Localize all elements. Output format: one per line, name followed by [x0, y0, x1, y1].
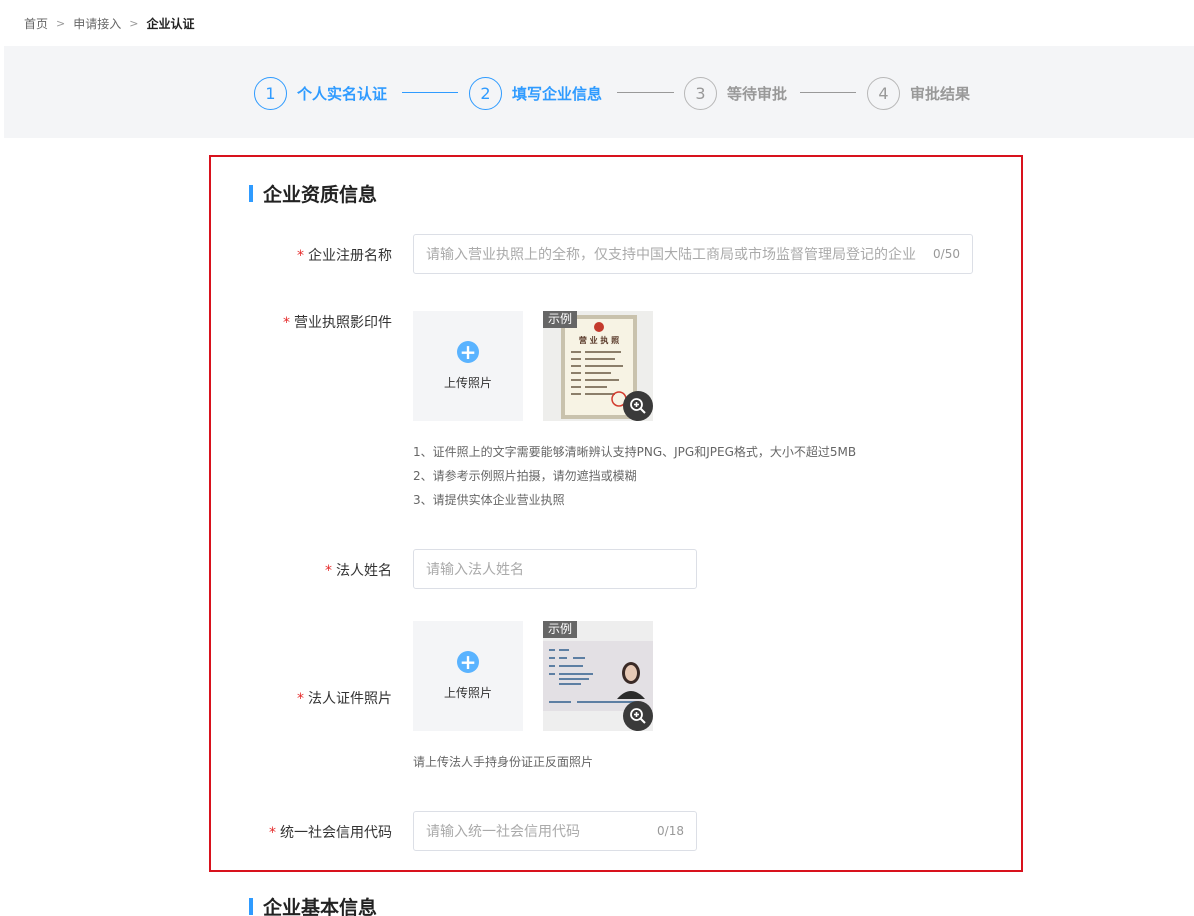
breadcrumb-apply[interactable]: 申请接入	[73, 15, 121, 32]
step-number: 1	[254, 76, 287, 110]
legal-name-label-text: 法人姓名	[336, 563, 392, 579]
id-card-sample-image: 示例	[543, 621, 653, 731]
license-label-text: 营业执照影印件	[294, 315, 392, 331]
hint-line: 2、请参考示例照片拍摄，请勿遮挡或模糊	[413, 469, 637, 483]
company-name-char-count: 0/50	[933, 247, 960, 261]
zoom-in-icon[interactable]	[623, 701, 653, 731]
required-mark: *	[297, 691, 304, 707]
hint-line: 1、证件照上的文字需要能够清晰辨认支持PNG、JPG和JPEG格式，大小不超过5…	[413, 445, 857, 459]
section-title-text: 企业基本信息	[263, 897, 378, 916]
required-mark: *	[269, 825, 276, 841]
required-mark: *	[325, 563, 332, 579]
credit-code-char-count: 0/18	[657, 824, 684, 838]
legal-name-placeholder: 请输入法人姓名	[426, 562, 524, 578]
plus-icon: +	[457, 651, 479, 673]
step-label: 填写企业信息	[512, 84, 603, 103]
credit-code-placeholder: 请输入统一社会信用代码	[426, 824, 580, 840]
step-number: 2	[469, 76, 502, 110]
step-1: 1 个人实名认证	[254, 76, 387, 110]
step-connector	[800, 92, 856, 93]
step-connector	[617, 92, 674, 93]
plus-icon: +	[457, 341, 479, 363]
section-accent-bar	[249, 185, 253, 202]
svg-text:营 业 执 照: 营 业 执 照	[579, 335, 619, 345]
step-3: 3 等待审批	[684, 76, 787, 110]
credit-code-input[interactable]: 请输入统一社会信用代码 0/18	[413, 811, 697, 851]
section-title-basic: 企业基本信息	[249, 893, 377, 916]
license-upload-button[interactable]: + 上传照片	[413, 311, 523, 421]
hint-line: 请上传法人手持身份证正反面照片	[413, 755, 594, 769]
breadcrumb-separator: >	[129, 16, 139, 30]
breadcrumb-home[interactable]: 首页	[24, 15, 48, 32]
step-number: 4	[867, 76, 900, 110]
breadcrumb: 首页 > 申请接入 > 企业认证	[24, 15, 194, 31]
credit-code-label: * 统一社会信用代码	[212, 822, 392, 842]
legal-id-label-text: 法人证件照片	[308, 691, 392, 707]
step-2: 2 填写企业信息	[469, 76, 602, 110]
upload-label: 上传照片	[443, 376, 492, 390]
section-accent-bar	[249, 898, 253, 915]
step-label: 等待审批	[727, 84, 788, 103]
breadcrumb-current: 企业认证	[146, 16, 195, 31]
license-sample-image: 示例 营 业 执 照	[543, 311, 653, 421]
sample-tag: 示例	[543, 621, 578, 638]
upload-label: 上传照片	[443, 686, 492, 700]
zoom-in-icon[interactable]	[623, 391, 653, 421]
step-number: 3	[684, 76, 717, 110]
credit-code-label-text: 统一社会信用代码	[280, 825, 392, 841]
legal-name-input[interactable]: 请输入法人姓名	[413, 549, 697, 589]
company-name-label: * 企业注册名称	[212, 245, 392, 265]
hint-line: 3、请提供实体企业营业执照	[413, 493, 565, 507]
step-connector	[402, 92, 458, 93]
section-title-qualification: 企业资质信息	[249, 180, 377, 207]
legal-id-label: * 法人证件照片	[212, 688, 392, 708]
required-mark: *	[283, 315, 290, 331]
legal-name-label: * 法人姓名	[212, 560, 392, 580]
company-name-input[interactable]: 请输入营业执照上的全称，仅支持中国大陆工商局或市场监督管理局登记的企业 0/50	[413, 234, 973, 274]
company-name-placeholder: 请输入营业执照上的全称，仅支持中国大陆工商局或市场监督管理局登记的企业	[426, 247, 916, 263]
step-4: 4 审批结果	[867, 76, 970, 110]
required-mark: *	[297, 248, 304, 264]
company-name-label-text: 企业注册名称	[308, 248, 392, 264]
license-label: * 营业执照影印件	[212, 312, 392, 332]
breadcrumb-separator: >	[56, 16, 66, 30]
section-title-text: 企业资质信息	[263, 184, 378, 206]
legal-id-hint: 请上传法人手持身份证正反面照片	[413, 750, 593, 774]
sample-tag: 示例	[543, 311, 578, 328]
license-hints: 1、证件照上的文字需要能够清晰辨认支持PNG、JPG和JPEG格式，大小不超过5…	[413, 440, 856, 512]
progress-steps: 1 个人实名认证 2 填写企业信息 3 等待审批 4 审批结果	[4, 46, 1194, 138]
step-label: 审批结果	[910, 84, 971, 103]
legal-id-upload-button[interactable]: + 上传照片	[413, 621, 523, 731]
step-label: 个人实名认证	[297, 84, 388, 103]
